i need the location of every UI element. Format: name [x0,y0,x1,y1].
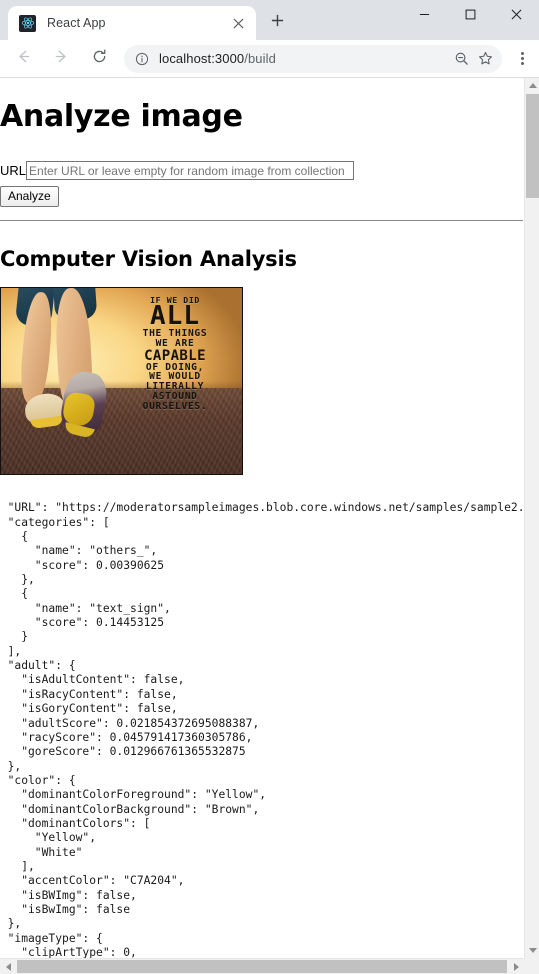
image-quote-overlay: IF WE DID ALL THE THINGS WE ARE CAPABLE … [112,296,238,412]
horizontal-scrollbar[interactable] [0,958,539,974]
info-circle-icon[interactable] [133,50,151,68]
close-icon [511,7,522,25]
vertical-scrollbar[interactable] [524,78,539,974]
horizontal-scrollbar-thumb[interactable] [17,960,507,973]
window-controls [401,0,539,32]
url-path: /build [244,51,276,66]
vertical-scrollbar-thumb[interactable] [526,94,539,198]
minimize-button[interactable] [401,0,447,32]
close-icon[interactable] [228,13,248,33]
browser-tab-react-app[interactable]: React App [8,6,256,40]
zoom-out-icon[interactable] [450,48,472,70]
address-bar-text: localhost:3000/build [159,51,448,66]
analyzed-image: IF WE DID ALL THE THINGS WE ARE CAPABLE … [0,287,243,475]
window-close-button[interactable] [493,0,539,32]
section-title: Computer Vision Analysis [0,247,297,271]
address-bar[interactable]: localhost:3000/build [124,44,502,73]
arrow-left-icon [15,48,32,70]
url-host: localhost:3000 [159,51,245,66]
url-label: URL [0,163,27,178]
scroll-left-arrow-icon[interactable] [0,959,16,974]
url-input[interactable] [26,161,355,180]
quote-line-2: ALL [150,301,200,332]
maximize-button[interactable] [447,0,493,32]
page-content: Analyze image URL Analyze Computer Visio… [0,78,531,958]
quote-line-10: OURSELVES. [142,400,208,412]
browser-window: React App localhost:3000/build Analyze i… [0,0,539,974]
quote-line-5: CAPABLE [144,347,206,364]
maximize-icon [465,7,476,25]
minimize-icon [419,7,430,25]
scroll-up-arrow-icon[interactable] [525,78,539,93]
reload-icon [91,48,108,70]
plus-icon [271,14,284,32]
page-title: Analyze image [0,99,243,134]
tab-strip: React App [0,0,539,40]
star-icon[interactable] [474,48,496,70]
page-viewport: Analyze image URL Analyze Computer Visio… [0,78,539,974]
browser-toolbar: localhost:3000/build [0,40,539,78]
scroll-down-arrow-icon[interactable] [525,943,539,958]
scrollbar-corner [524,958,539,974]
reload-button[interactable] [84,44,114,74]
new-tab-button[interactable] [263,9,291,37]
url-form-row: URL [0,161,531,180]
analysis-json-output: { "URL": "https://moderatorsampleimages.… [0,487,531,958]
analyze-button[interactable]: Analyze [0,186,59,207]
three-dots-menu-icon[interactable] [509,44,535,74]
scroll-right-arrow-icon[interactable] [508,959,524,974]
back-button[interactable] [8,44,38,74]
arrow-right-icon [53,48,70,70]
tab-title: React App [47,16,106,30]
react-logo-icon [19,14,36,32]
forward-button[interactable] [46,44,76,74]
section-divider [0,220,523,221]
